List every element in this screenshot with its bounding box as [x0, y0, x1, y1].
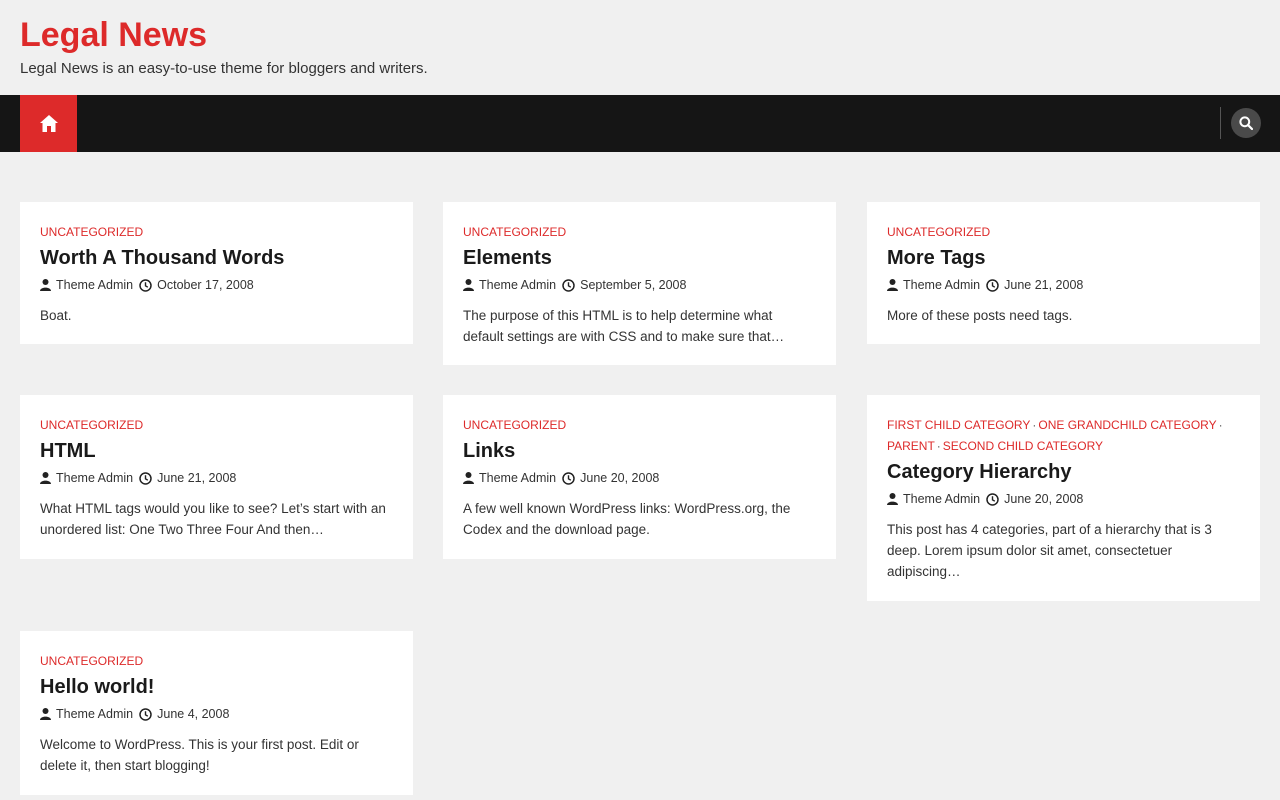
date-text: October 17, 2008 [157, 278, 254, 292]
category-link[interactable]: Second Child Category [943, 439, 1103, 453]
site-description: Legal News is an easy-to-use theme for b… [20, 60, 428, 77]
site-title[interactable]: Legal News [20, 16, 207, 54]
post-categories: Uncategorized [40, 222, 393, 243]
post-title[interactable]: HTML [40, 438, 393, 464]
author-name: Theme Admin [479, 471, 557, 485]
user-icon [40, 472, 51, 484]
clock-icon [986, 492, 999, 506]
post-categories: Uncategorized [463, 222, 816, 243]
post-card: Uncategorized Links Theme Admin June 20,… [443, 395, 836, 559]
author-name: Theme Admin [56, 471, 134, 485]
post-author[interactable]: Theme Admin [40, 706, 133, 722]
date-text: June 21, 2008 [1004, 278, 1084, 292]
clock-icon [139, 471, 152, 485]
post-meta: Theme Admin June 4, 2008 [40, 706, 393, 722]
post-card: Uncategorized Elements Theme Admin Septe… [443, 202, 836, 365]
post-meta: Theme Admin June 20, 2008 [887, 491, 1240, 507]
post-excerpt: Welcome to WordPress. This is your first… [40, 737, 359, 773]
user-icon [40, 279, 51, 291]
post-meta: Theme Admin September 5, 2008 [463, 277, 816, 293]
date-text: June 4, 2008 [157, 707, 230, 721]
post-excerpt: The purpose of this HTML is to help dete… [463, 308, 785, 344]
post-date[interactable]: June 4, 2008 [139, 706, 229, 722]
post-date[interactable]: June 21, 2008 [139, 470, 236, 486]
post-card: Uncategorized HTML Theme Admin June 21, … [20, 395, 413, 559]
category-link[interactable]: One Grandchild Category [1038, 418, 1216, 432]
main-navigation [0, 95, 1280, 152]
post-card: Uncategorized Hello world! Theme Admin J… [20, 631, 413, 795]
category-link[interactable]: Uncategorized [887, 225, 990, 239]
site-header: Legal News Legal News is an easy-to-use … [0, 0, 1280, 95]
author-name: Theme Admin [56, 278, 134, 292]
post-excerpt: Boat. [40, 308, 72, 323]
category-separator: · [1218, 418, 1223, 432]
post-card: Uncategorized Worth A Thousand Words The… [20, 202, 413, 344]
clock-icon [562, 471, 575, 485]
post-author[interactable]: Theme Admin [40, 470, 133, 486]
category-link[interactable]: Uncategorized [40, 418, 143, 432]
clock-icon [562, 278, 575, 292]
post-author[interactable]: Theme Admin [463, 470, 556, 486]
author-name: Theme Admin [479, 278, 557, 292]
category-link[interactable]: Uncategorized [40, 225, 143, 239]
category-separator: · [936, 439, 941, 453]
category-link[interactable]: Uncategorized [463, 418, 566, 432]
post-date[interactable]: September 5, 2008 [562, 277, 686, 293]
post-date[interactable]: October 17, 2008 [139, 277, 254, 293]
post-title[interactable]: Worth A Thousand Words [40, 245, 393, 271]
home-icon [39, 115, 58, 132]
post-title[interactable]: Hello world! [40, 674, 393, 700]
date-text: June 20, 2008 [1004, 492, 1084, 506]
clock-icon [986, 278, 999, 292]
nav-divider [1220, 107, 1221, 139]
user-icon [887, 279, 898, 291]
post-meta: Theme Admin June 21, 2008 [40, 470, 393, 486]
posts-grid: Uncategorized Worth A Thousand Words The… [0, 152, 1280, 800]
category-link[interactable]: Uncategorized [40, 654, 143, 668]
home-button[interactable] [20, 95, 77, 152]
category-link[interactable]: Parent [887, 439, 935, 453]
post-excerpt: More of these posts need tags. [887, 308, 1073, 323]
date-text: June 20, 2008 [580, 471, 660, 485]
category-link[interactable]: First Child Category [887, 418, 1030, 432]
post-categories: Uncategorized [463, 415, 816, 436]
user-icon [463, 279, 474, 291]
user-icon [887, 493, 898, 505]
post-date[interactable]: June 21, 2008 [986, 277, 1083, 293]
date-text: September 5, 2008 [580, 278, 687, 292]
post-author[interactable]: Theme Admin [40, 277, 133, 293]
post-title[interactable]: Category Hierarchy [887, 459, 1240, 485]
author-name: Theme Admin [903, 492, 981, 506]
category-link[interactable]: Uncategorized [463, 225, 566, 239]
post-card: First Child Category · One Grandchild Cate… [867, 395, 1260, 601]
post-excerpt: A few well known WordPress links: WordPr… [463, 501, 791, 537]
post-excerpt: What HTML tags would you like to see? Le… [40, 501, 386, 537]
date-text: June 21, 2008 [157, 471, 237, 485]
clock-icon [139, 707, 152, 721]
post-categories: Uncategorized [40, 651, 393, 672]
post-date[interactable]: June 20, 2008 [986, 491, 1083, 507]
search-button[interactable] [1231, 108, 1261, 138]
user-icon [40, 708, 51, 720]
post-author[interactable]: Theme Admin [887, 491, 980, 507]
post-title[interactable]: Links [463, 438, 816, 464]
post-title[interactable]: More Tags [887, 245, 1240, 271]
user-icon [463, 472, 474, 484]
post-meta: Theme Admin October 17, 2008 [40, 277, 393, 293]
author-name: Theme Admin [903, 278, 981, 292]
author-name: Theme Admin [56, 707, 134, 721]
post-categories: Uncategorized [887, 222, 1240, 243]
post-title[interactable]: Elements [463, 245, 816, 271]
post-meta: Theme Admin June 21, 2008 [887, 277, 1240, 293]
post-author[interactable]: Theme Admin [887, 277, 980, 293]
post-categories: Uncategorized [40, 415, 393, 436]
post-categories: First Child Category · One Grandchild Cate… [887, 415, 1240, 457]
post-meta: Theme Admin June 20, 2008 [463, 470, 816, 486]
clock-icon [139, 278, 152, 292]
post-author[interactable]: Theme Admin [463, 277, 556, 293]
search-icon [1239, 116, 1253, 130]
post-card: Uncategorized More Tags Theme Admin June… [867, 202, 1260, 344]
post-excerpt: This post has 4 categories, part of a hi… [887, 522, 1212, 579]
post-date[interactable]: June 20, 2008 [562, 470, 659, 486]
